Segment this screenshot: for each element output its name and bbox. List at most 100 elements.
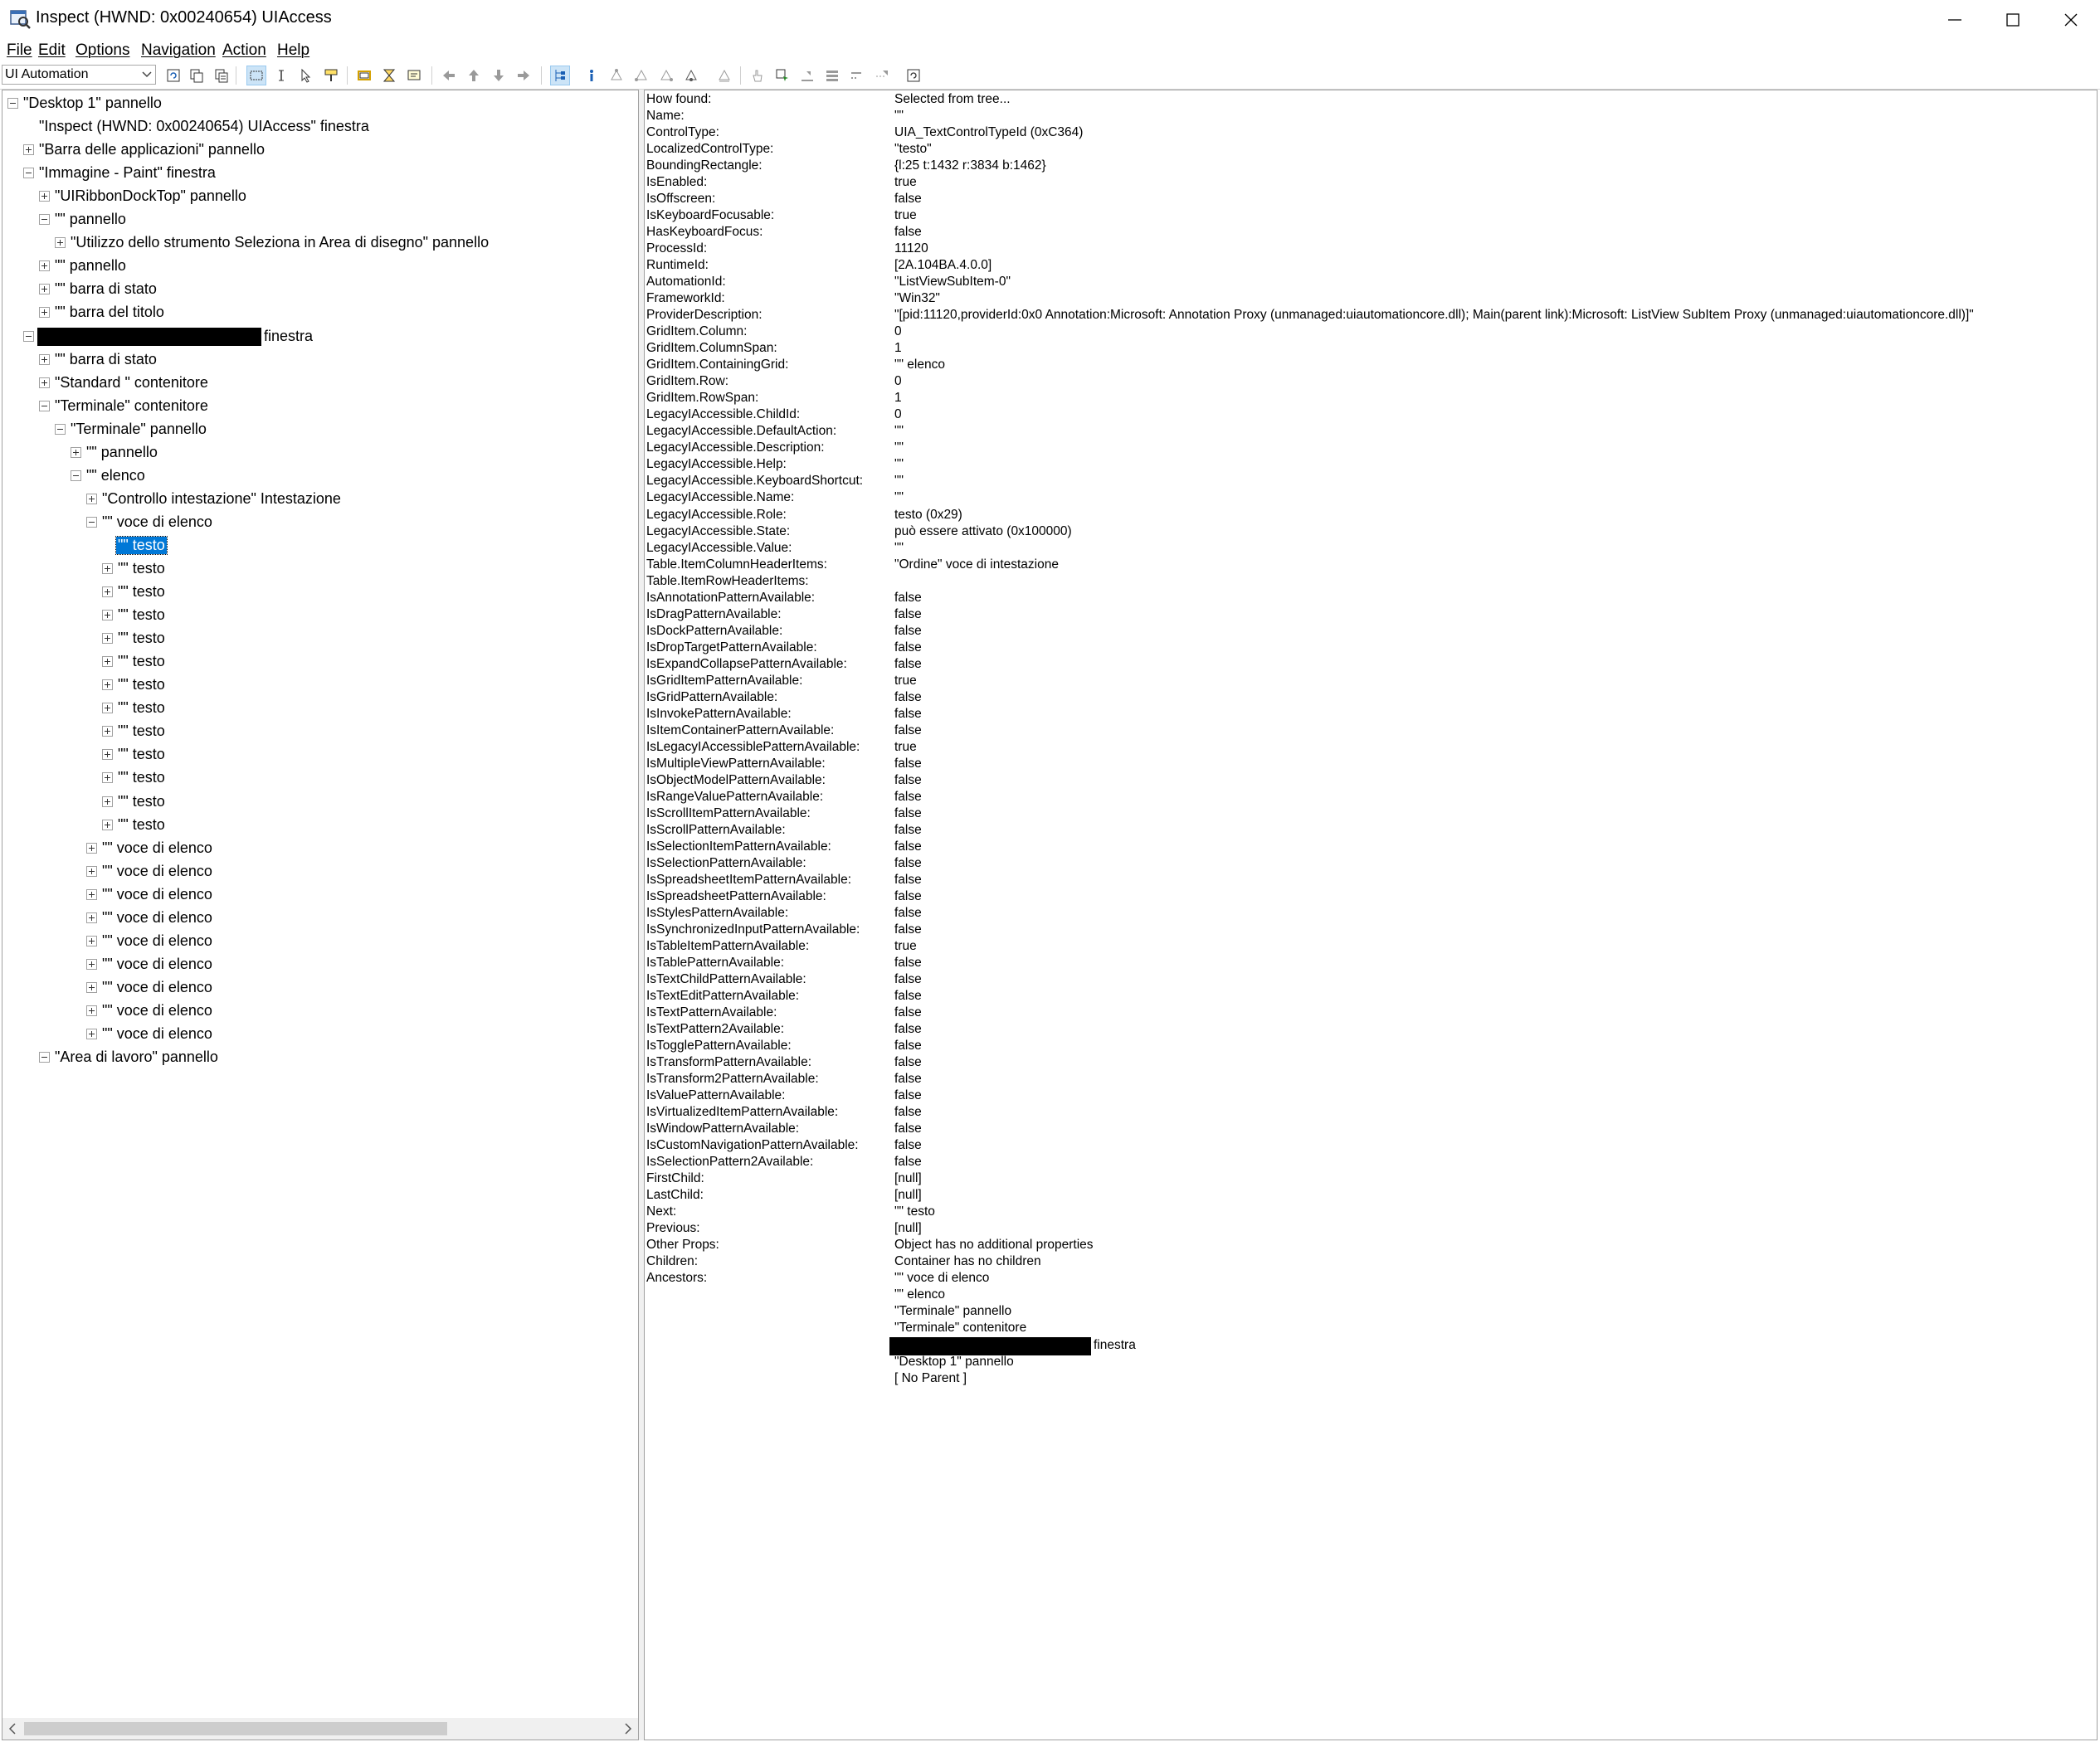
watch-cursor-button[interactable]: [297, 66, 315, 85]
expand-plus-icon[interactable]: [102, 749, 113, 761]
mode-dropdown[interactable]: UI Automation: [2, 65, 156, 85]
property-value: true: [894, 208, 917, 223]
expand-plus-icon[interactable]: [71, 446, 81, 458]
refresh-button[interactable]: [164, 66, 183, 85]
expand-plus-icon[interactable]: [39, 260, 50, 272]
menu-navigation[interactable]: Navigation: [141, 41, 216, 60]
tree-view-icon: [555, 70, 565, 81]
expand-plus-icon[interactable]: [86, 865, 97, 877]
collapse-minus-icon[interactable]: [7, 98, 18, 109]
scroll-right-arrow-icon[interactable]: [624, 1723, 632, 1735]
toolbar-separator: [431, 66, 432, 85]
navigate-up-button[interactable]: [465, 66, 483, 85]
tree-node-label: "Inspect (HWND: 0x00240654) UIAccess" fi…: [39, 118, 369, 135]
options-button[interactable]: [904, 66, 923, 85]
expand-plus-icon[interactable]: [102, 679, 113, 691]
expand-plus-icon[interactable]: [102, 586, 113, 598]
text-cursor-icon: [279, 70, 284, 81]
expand-plus-icon[interactable]: [86, 1029, 97, 1039]
expand-plus-icon[interactable]: [86, 912, 97, 923]
menu-file[interactable]: File: [7, 41, 32, 60]
expand-plus-icon[interactable]: [86, 935, 97, 946]
expand-plus-icon[interactable]: [86, 888, 97, 900]
menu-edit[interactable]: Edit: [38, 41, 66, 60]
copy-button[interactable]: [188, 66, 206, 85]
navigate-down-button[interactable]: [490, 66, 508, 85]
watch-caret-button[interactable]: [272, 66, 290, 85]
navigate-left-button[interactable]: [440, 66, 458, 85]
expand-plus-icon[interactable]: [86, 958, 97, 970]
expand-plus-icon[interactable]: [86, 493, 97, 504]
collapse-minus-icon[interactable]: [23, 168, 34, 179]
menu-options[interactable]: Options: [76, 41, 129, 60]
tree-next-sibling-button[interactable]: [657, 66, 675, 85]
tree-horizontal-scrollbar[interactable]: [2, 1718, 638, 1740]
scrollbar-thumb[interactable]: [24, 1722, 447, 1735]
highlight-button[interactable]: [322, 66, 340, 85]
property-name: LegacyIAccessible.State:: [646, 523, 791, 538]
expand-plus-icon[interactable]: [39, 377, 50, 388]
scroll-left-arrow-icon[interactable]: [8, 1723, 17, 1735]
info-button[interactable]: [582, 66, 601, 85]
collapse-minus-icon[interactable]: [39, 214, 50, 226]
collapse-minus-icon[interactable]: [39, 1052, 50, 1063]
tree-parent-button[interactable]: [607, 66, 626, 85]
property-value: Container has no children: [894, 1254, 1041, 1269]
tree-node-label: "Immagine - Paint" finestra: [39, 164, 216, 182]
collapse-minus-icon[interactable]: [71, 470, 81, 481]
property-name: GridItem.ColumnSpan:: [646, 341, 777, 356]
expand-button[interactable]: [798, 66, 816, 85]
expand-plus-icon[interactable]: [55, 237, 66, 249]
expand-plus-icon[interactable]: [23, 144, 34, 156]
close-button[interactable]: [2042, 0, 2100, 39]
collapse-button[interactable]: [823, 66, 841, 85]
collapse-minus-icon[interactable]: [86, 516, 97, 528]
maximize-button[interactable]: [1984, 0, 2042, 39]
tree-first-child-button[interactable]: [632, 66, 650, 85]
property-name: FrameworkId:: [646, 291, 725, 306]
invoke-button[interactable]: [748, 66, 767, 85]
watch-focus-button[interactable]: [246, 66, 266, 85]
property-name: How found:: [646, 92, 712, 106]
title-bar[interactable]: Inspect (HWND: 0x00240654) UIAccess: [0, 0, 2100, 39]
expand-plus-icon[interactable]: [39, 307, 50, 319]
collapse-minus-icon[interactable]: [55, 423, 66, 435]
property-value: "Ordine" voce di intestazione: [894, 557, 1059, 572]
expand-plus-icon[interactable]: [39, 284, 50, 295]
menu-action[interactable]: Action: [222, 41, 266, 60]
show-tree-button[interactable]: [550, 66, 570, 85]
scroll-button[interactable]: [873, 66, 891, 85]
expand-plus-icon[interactable]: [102, 610, 113, 621]
navigate-right-button[interactable]: [514, 66, 533, 85]
expand-plus-icon[interactable]: [102, 796, 113, 807]
expand-plus-icon[interactable]: [102, 703, 113, 714]
expand-plus-icon[interactable]: [102, 819, 113, 830]
collapse-minus-icon[interactable]: [39, 400, 50, 411]
properties-pane[interactable]: How found: Selected from tree... Name: "" Co…: [644, 90, 2098, 1740]
expand-plus-icon[interactable]: [102, 772, 113, 784]
expand-plus-icon[interactable]: [102, 726, 113, 737]
expand-plus-icon[interactable]: [86, 1005, 97, 1016]
expand-plus-icon[interactable]: [102, 633, 113, 645]
toggle-button[interactable]: [848, 66, 866, 85]
show-highlight-rectangle-button[interactable]: [355, 66, 373, 85]
tree-prev-sibling-button[interactable]: [682, 66, 700, 85]
expand-plus-icon[interactable]: [39, 191, 50, 202]
expand-plus-icon[interactable]: [102, 563, 113, 574]
menu-help[interactable]: Help: [277, 41, 309, 60]
expand-plus-icon[interactable]: [102, 656, 113, 668]
expand-plus-icon[interactable]: [86, 842, 97, 854]
tree-last-child-button[interactable]: [715, 66, 733, 85]
expand-plus-icon[interactable]: [39, 353, 50, 365]
tooltip-button[interactable]: [405, 66, 423, 85]
expand-plus-icon[interactable]: [86, 981, 97, 993]
tree-node-label: "" testo: [118, 630, 165, 647]
hourglass-icon: [382, 69, 396, 82]
copy-tree-button[interactable]: [212, 66, 231, 85]
focus-button[interactable]: [773, 66, 792, 85]
arrow-up-icon: [469, 70, 479, 81]
minimize-button[interactable]: [1926, 0, 1984, 39]
hourglass-button[interactable]: [380, 66, 398, 85]
collapse-minus-icon[interactable]: [23, 330, 34, 342]
element-tree[interactable]: "Desktop 1" pannello "Inspect (HWND: 0x00…: [2, 90, 639, 1740]
